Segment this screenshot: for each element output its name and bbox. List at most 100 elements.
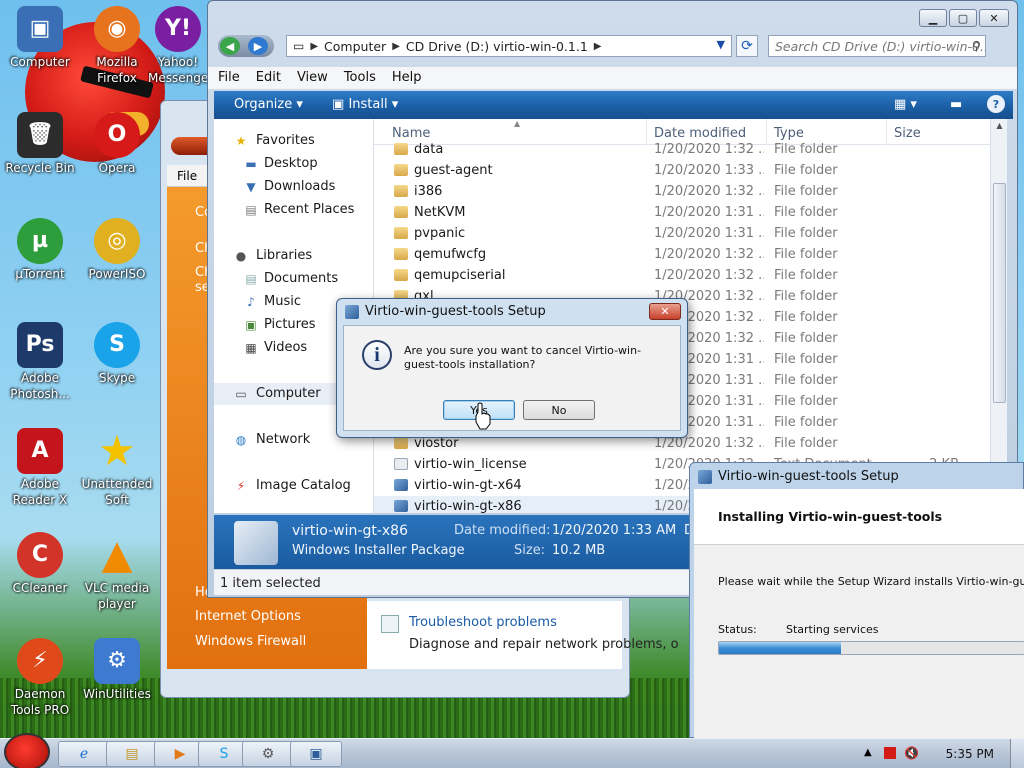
taskbar-ie-icon[interactable]: ℯ [58,741,110,767]
table-row[interactable]: guest-agent 1/20/2020 1:33 ... File folder [374,160,990,181]
nav-image-catalog[interactable]: ⚡ Image Catalog [214,475,374,497]
cell-type: File folder [774,373,838,388]
details-file-name: virtio-win-gt-x86 [292,523,408,539]
vertical-scrollbar[interactable]: ▲ ▼ [990,119,1007,513]
back-arrow-icon[interactable]: ◀ [220,37,240,55]
nav-desktop[interactable]: ▬ Desktop [214,153,374,175]
desktop-icon-skype[interactable]: S Skype [77,322,157,386]
folder-icon [394,185,408,197]
scroll-up-icon[interactable]: ▲ [994,121,1005,133]
image-catalog-icon: ⚡ [236,479,246,493]
table-row[interactable]: pvpanic 1/20/2020 1:31 ... File folder [374,223,990,244]
address-bar[interactable]: ▭ ▶ Computer ▶ CD Drive (D:) virtio-win-… [286,35,732,57]
taskbar-installer-icon[interactable]: ▣ [290,741,342,767]
menu-tools[interactable]: Tools [344,70,376,86]
nav-label: Network [256,432,311,447]
menu-view[interactable]: View [297,70,328,86]
desktop-icon-computer[interactable]: ▣ Computer [0,6,80,70]
nav-label: Music [264,294,301,309]
desktop-icon-adobe-reader[interactable]: A Adobe Reader X [0,428,80,508]
table-row[interactable]: qemupciserial 1/20/2020 1:32 ... File fold… [374,265,990,286]
start-button[interactable] [4,733,50,768]
nav-downloads[interactable]: ▼ Downloads [214,176,374,198]
installer-window[interactable]: Virtio-win-guest-tools Setup Installing … [689,462,1024,739]
organize-button[interactable]: Organize ▾ [234,97,303,112]
desktop-icon-vlc[interactable]: ▲ VLC media player [77,532,157,612]
taskbar-explorer-folder-icon[interactable]: ▤ [106,741,158,767]
volume-muted-icon[interactable]: 🔇 [904,746,919,760]
table-row[interactable]: NetKVM 1/20/2020 1:31 ... File folder [374,202,990,223]
star-icon: ★ [235,134,247,148]
cell-name: data [414,142,444,157]
search-input[interactable]: Search CD Drive (D:) virtio-win-0.1.1 ⚲ [768,35,986,57]
breadcrumb-computer[interactable]: Computer [324,39,386,54]
desktop-icon-ccleaner[interactable]: C CCleaner [0,532,80,596]
minimize-button[interactable]: ▁ [919,9,947,27]
desktop-icon-recycle-bin[interactable]: 🗑 Recycle Bin [0,112,80,176]
desktop-icon-daemon-tools[interactable]: ⚡ Daemon Tools PRO [0,638,80,718]
desktop-icon-opera[interactable]: O Opera [77,112,157,176]
view-options-icon[interactable]: ▦ ▾ [894,97,917,112]
desktop-icon-winutilities[interactable]: ⚙ WinUtilities [77,638,157,702]
nav-recent-places[interactable]: ▤ Recent Places [214,199,374,221]
table-row[interactable]: data 1/20/2020 1:32 ... File folder [374,139,990,160]
preview-pane-icon[interactable]: ▬ [950,97,962,112]
folder-icon [394,269,408,281]
chevron-down-icon[interactable]: ▼ [717,38,725,51]
desktop-icon-label: Skype [98,371,136,385]
nav-favorites[interactable]: ★ Favorites [214,130,374,152]
nav-libraries[interactable]: ● Libraries [214,245,374,267]
utorrent-icon: µ [17,218,63,264]
desktop-icon-utorrent[interactable]: µ µTorrent [0,218,80,282]
desktop-icon-firefox[interactable]: ◉ Mozilla Firefox [77,6,157,86]
forward-arrow-icon[interactable]: ▶ [248,37,268,55]
menu-bar: File Edit View Tools Help [208,67,1017,89]
dialog-close-button[interactable]: ✕ [649,303,681,320]
scrollbar-thumb[interactable] [993,183,1006,403]
help-icon[interactable]: ? [987,95,1005,113]
installer-status-label: Status: [718,623,757,636]
refresh-button[interactable]: ⟳ [736,35,758,57]
windows-firewall-link[interactable]: Windows Firewall [195,634,306,649]
cell-type: File folder [774,163,838,178]
desktop-icon-yahoo[interactable]: Y! Yahoo! Messenger [148,6,208,86]
cancel-confirm-dialog[interactable]: Virtio-win-guest-tools Setup ✕ i Are you… [336,298,688,438]
breadcrumb-separator: ▶ [593,40,602,52]
desktop-icon-label: Adobe Photosh... [10,371,70,401]
table-row[interactable]: i386 1/20/2020 1:32 ... File folder [374,181,990,202]
internet-options-link[interactable]: Internet Options [195,609,301,624]
info-icon: i [362,340,392,370]
setup-icon [698,469,712,484]
install-button[interactable]: ▣ Install ▾ [332,97,398,112]
taskbar-control-panel-icon[interactable]: ⚙ [242,741,294,767]
desktop-icon-photoshop[interactable]: Ps Adobe Photosh... [0,322,80,402]
videos-icon: ▦ [245,341,257,355]
close-button[interactable]: ✕ [979,9,1009,27]
nav-label: Recent Places [264,202,355,217]
troubleshoot-icon [381,615,399,633]
menu-edit[interactable]: Edit [256,70,281,86]
breadcrumb-cd-drive[interactable]: CD Drive (D:) virtio-win-0.1.1 [406,39,588,54]
menu-help[interactable]: Help [392,70,422,86]
nav-documents[interactable]: ▤ Documents [214,268,374,290]
documents-icon: ▤ [245,272,257,286]
details-date-value: 1/20/2020 1:33 AM [552,523,677,538]
show-desktop-button[interactable] [1010,739,1024,768]
menu-file[interactable]: File [218,70,240,86]
cell-type: File folder [774,184,838,199]
table-row[interactable]: qemufwcfg 1/20/2020 1:32 ... File folder [374,244,990,265]
no-button[interactable]: No [523,400,595,420]
tray-app-icon[interactable] [884,747,896,759]
taskbar-clock[interactable]: 5:35 PM [946,747,994,761]
desktop-icon-poweriso[interactable]: ◎ PowerISO [77,218,157,282]
recent-places-icon: ▤ [245,203,257,217]
refresh-icon: ⟳ [741,38,753,54]
tray-expand-icon[interactable]: ▲ [864,747,872,758]
troubleshoot-problems-link[interactable]: Troubleshoot problems [409,615,557,630]
desktop-icon-unattended[interactable]: ★ Unattended Soft [77,428,157,508]
search-placeholder: Search CD Drive (D:) virtio-win-0.1.1 [775,39,986,54]
nav-label: Libraries [256,248,313,263]
cell-date: 1/20/2020 1:32 ... [654,268,764,283]
desktop-icon-label: PowerISO [88,267,146,281]
maximize-button[interactable]: ▢ [949,9,977,27]
